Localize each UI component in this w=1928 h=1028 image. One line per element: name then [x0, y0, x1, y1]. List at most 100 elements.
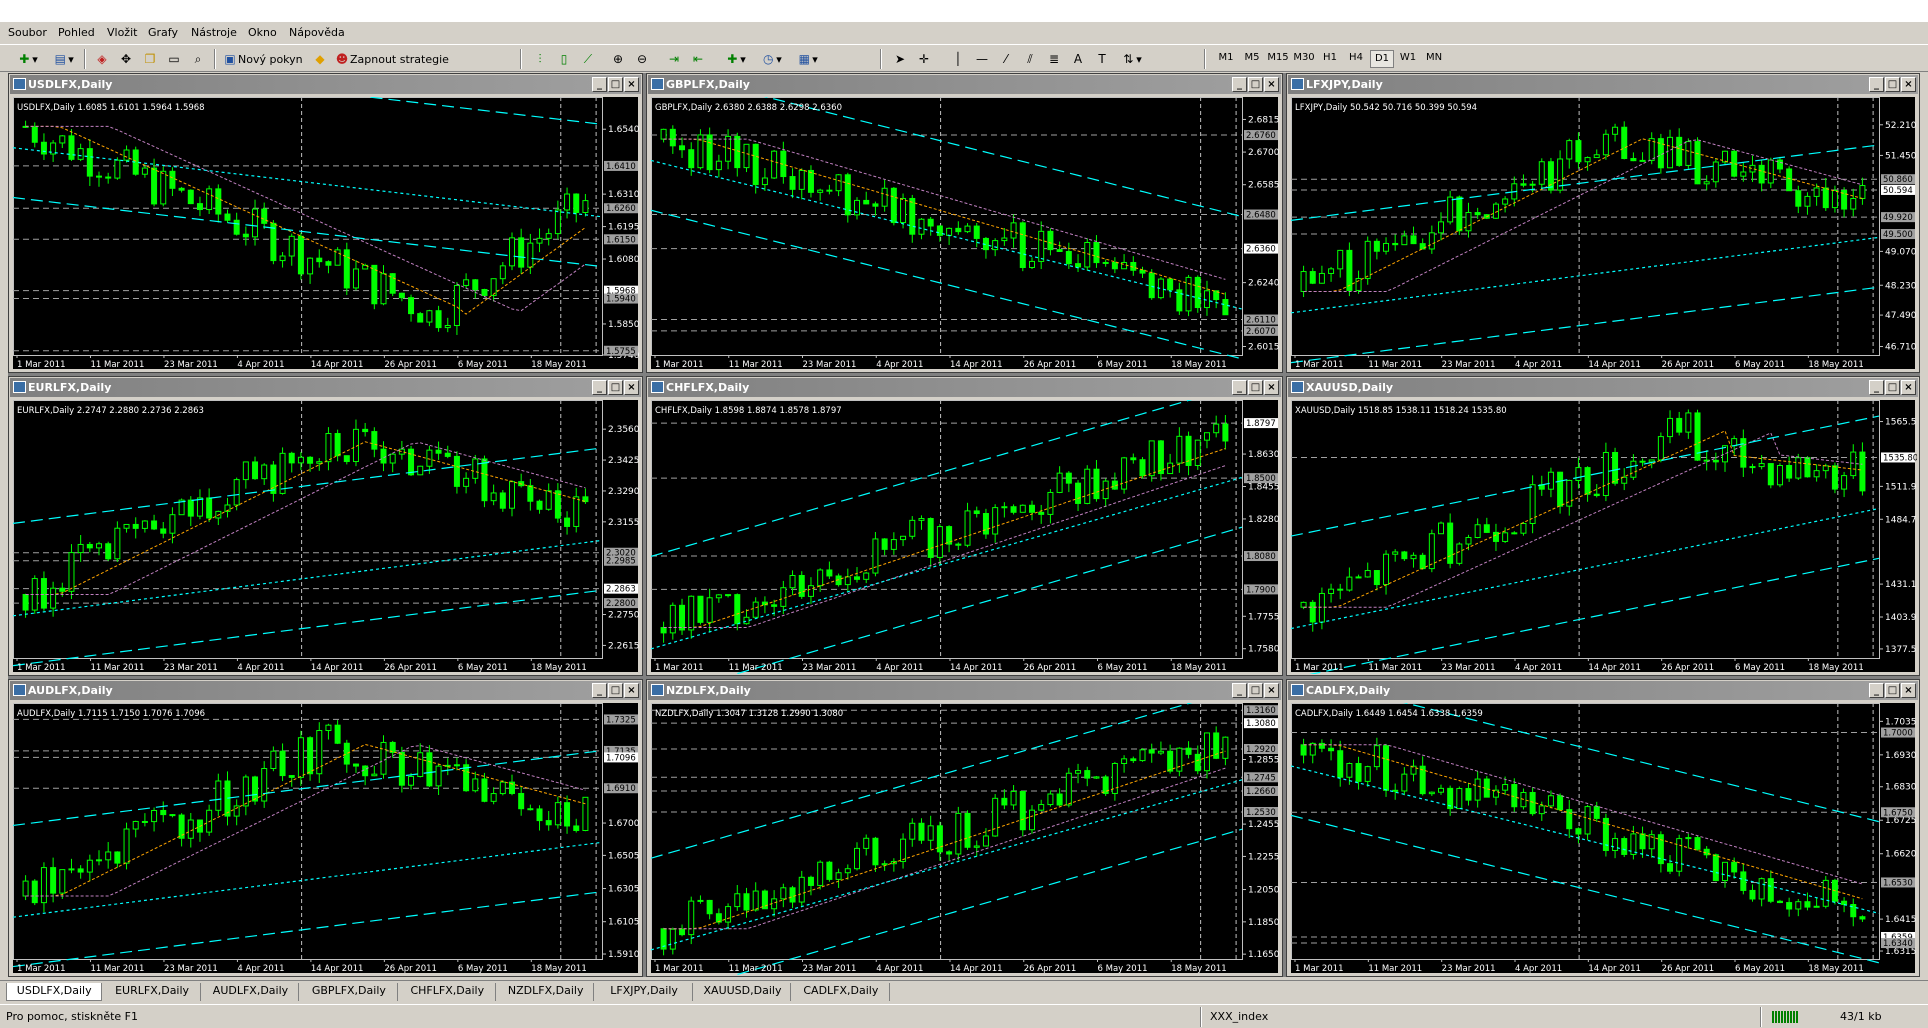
tf-m5[interactable]: M5: [1240, 52, 1264, 63]
chart-window-title[interactable]: EURLFX,Daily _ □ ×: [10, 378, 641, 397]
close-button[interactable]: ×: [1264, 77, 1279, 92]
maximize-button[interactable]: □: [608, 77, 623, 92]
minimize-button[interactable]: _: [592, 683, 607, 698]
minimize-button[interactable]: _: [1232, 683, 1247, 698]
minimize-button[interactable]: _: [1869, 77, 1884, 92]
chart-window-title[interactable]: AUDLFX,Daily _ □ ×: [10, 681, 641, 700]
maximize-button[interactable]: □: [1885, 683, 1900, 698]
chart-window-chflfx[interactable]: CHFLFX,Daily _ □ × 1.8630 1.8455 1.8280 1.7755 1…: [646, 376, 1283, 676]
minimize-button[interactable]: _: [1869, 380, 1884, 395]
maximize-button[interactable]: □: [1885, 380, 1900, 395]
chart-window-nzdlfx[interactable]: NZDLFX,Daily _ □ × 1.2855 1.2455 1.2255 1.2050 1…: [646, 679, 1283, 977]
close-button[interactable]: ×: [1901, 683, 1916, 698]
menu-grafy[interactable]: Grafy: [148, 26, 178, 39]
chart-window-lfxjpy[interactable]: LFXJPY,Daily _ □ × 52.210 51.450 49.070 48.230 4…: [1286, 73, 1920, 373]
chart-plot-area[interactable]: 52.210 51.450 49.070 48.230 47.490 46.710 50.8…: [1291, 97, 1917, 370]
close-button[interactable]: ×: [624, 77, 639, 92]
chart-window-title[interactable]: LFXJPY,Daily _ □ ×: [1288, 75, 1918, 94]
chart-tab-usdlfx[interactable]: USDLFX,Daily: [6, 983, 103, 1001]
cursor-button[interactable]: ➤: [890, 49, 910, 69]
close-button[interactable]: ×: [624, 380, 639, 395]
meta-editor-button[interactable]: ◆: [310, 49, 330, 69]
close-button[interactable]: ×: [1264, 683, 1279, 698]
chart-window-gbplfx[interactable]: GBPLFX,Daily _ □ × 2.6815 2.6700 2.6585 2.6240 2…: [646, 73, 1283, 373]
zoom-in-button[interactable]: ⊕: [608, 49, 628, 69]
tf-m1[interactable]: M1: [1214, 52, 1238, 63]
chart-plot-area[interactable]: 1.2855 1.2455 1.2255 1.2050 1.1850 1.1650 1.31…: [651, 703, 1280, 975]
minimize-button[interactable]: _: [1869, 683, 1884, 698]
templates-button[interactable]: ▦ ▾: [792, 49, 822, 69]
minimize-button[interactable]: _: [592, 380, 607, 395]
tf-m30[interactable]: M30: [1292, 52, 1316, 63]
menu-nastroje[interactable]: Nástroje: [191, 26, 237, 39]
chart-window-title[interactable]: GBPLFX,Daily _ □ ×: [648, 75, 1281, 94]
terminal-button[interactable]: ▭: [164, 49, 184, 69]
maximize-button[interactable]: □: [1248, 77, 1263, 92]
tf-h1[interactable]: H1: [1318, 52, 1342, 63]
chart-tab-audlfx[interactable]: AUDLFX,Daily: [203, 983, 300, 1001]
arrows-button[interactable]: ⇅ ▾: [1116, 49, 1146, 69]
chart-window-title[interactable]: XAUUSD,Daily _ □ ×: [1288, 378, 1918, 397]
menu-vlozit[interactable]: Vložit: [107, 26, 137, 39]
menu-okno[interactable]: Okno: [248, 26, 277, 39]
chart-tab-lfxjpy[interactable]: LFXJPY,Daily: [596, 983, 693, 1001]
chart-window-title[interactable]: CHFLFX,Daily _ □ ×: [648, 378, 1281, 397]
maximize-button[interactable]: □: [608, 683, 623, 698]
chart-plot-area[interactable]: 1.6700 1.6505 1.6305 1.6105 1.5910 1.7325 1.71…: [13, 703, 640, 974]
chart-tab-eurlfx[interactable]: EURLFX,Daily: [104, 983, 201, 1001]
navigator-button[interactable]: ✥: [116, 49, 136, 69]
chart-plot-area[interactable]: 2.3560 2.3425 2.3290 2.3155 2.2750 2.2615 2.30…: [13, 400, 640, 673]
minimize-button[interactable]: _: [1232, 77, 1247, 92]
chart-tab-nzdlfx[interactable]: NZDLFX,Daily: [498, 983, 595, 1001]
minimize-button[interactable]: _: [592, 77, 607, 92]
chart-window-cadlfx[interactable]: CADLFX,Daily _ □ × 1.7035 1.6930 1.6830 1.6725 1…: [1286, 679, 1920, 977]
maximize-button[interactable]: □: [1248, 683, 1263, 698]
new-order-button[interactable]: ▣ Nový pokyn: [222, 49, 304, 69]
text-button[interactable]: A: [1068, 49, 1088, 69]
channel-button[interactable]: ⫽: [1020, 49, 1040, 69]
chart-window-audlfx[interactable]: AUDLFX,Daily _ □ × 1.6700 1.6505 1.6305 1.6105 1…: [8, 679, 643, 977]
chart-window-title[interactable]: NZDLFX,Daily _ □ ×: [648, 681, 1281, 700]
line-chart-button[interactable]: ⟋: [578, 49, 598, 69]
tf-h4[interactable]: H4: [1344, 52, 1368, 63]
trendline-button[interactable]: ⁄: [996, 49, 1016, 69]
strategy-tester-button[interactable]: ⌕: [188, 49, 208, 69]
chart-tab-cadlfx[interactable]: CADLFX,Daily: [793, 983, 890, 1001]
maximize-button[interactable]: □: [1248, 380, 1263, 395]
crosshair-button[interactable]: ✛: [914, 49, 934, 69]
autoscroll-button[interactable]: ⇥: [664, 49, 684, 69]
chart-window-xauusd[interactable]: XAUUSD,Daily _□× 1565.50 1511.90 1484.70 1431…: [1286, 376, 1920, 676]
tf-d1[interactable]: D1: [1370, 50, 1394, 68]
fibonacci-button[interactable]: ≣: [1044, 49, 1064, 69]
close-button[interactable]: ×: [624, 683, 639, 698]
market-watch-button[interactable]: ◈: [92, 49, 112, 69]
menu-napoveda[interactable]: Nápověda: [289, 26, 345, 39]
tf-w1[interactable]: W1: [1396, 52, 1420, 63]
vertical-line-button[interactable]: │: [948, 49, 968, 69]
chart-plot-area[interactable]: 1565.50 1511.90 1484.70 1431.10 1403.90 1377.…: [1291, 400, 1917, 674]
close-button[interactable]: ×: [1901, 77, 1916, 92]
candle-chart-button[interactable]: ▯: [554, 49, 574, 69]
chart-window-title[interactable]: USDLFX,Daily _ □ ×: [10, 75, 641, 94]
chart-plot-area[interactable]: 2.6815 2.6700 2.6585 2.6240 2.6015 2.6760 2.64…: [651, 97, 1280, 370]
chart-window-eurlfx[interactable]: EURLFX,Daily _ □ × 2.3560 2.3425 2.3290 2.3155 2…: [8, 376, 643, 676]
minimize-button[interactable]: _: [1232, 380, 1247, 395]
menu-soubor[interactable]: Soubor: [8, 26, 47, 39]
close-button[interactable]: ×: [1901, 380, 1916, 395]
maximize-button[interactable]: □: [1885, 77, 1900, 92]
chart-tab-chflfx[interactable]: CHFLFX,Daily: [400, 983, 496, 1001]
profiles-button[interactable]: ▤ ▾: [48, 49, 78, 69]
close-button[interactable]: ×: [1264, 380, 1279, 395]
periods-button[interactable]: ◷ ▾: [756, 49, 786, 69]
maximize-button[interactable]: □: [608, 380, 623, 395]
chart-tab-xauusd[interactable]: XAUUSD,Daily: [695, 983, 792, 1001]
chart-plot-area[interactable]: 1.7035 1.6930 1.6830 1.6725 1.6620 1.6415 1.63…: [1291, 703, 1917, 974]
indicators-button[interactable]: ✚ ▾: [720, 49, 750, 69]
bar-chart-button[interactable]: ⫶: [530, 49, 550, 69]
menu-pohled[interactable]: Pohled: [58, 26, 95, 39]
chart-plot-area[interactable]: 1.8630 1.8455 1.8280 1.7755 1.7580 1.8797 1.85…: [651, 400, 1280, 674]
chart-plot-area[interactable]: 1.6540 1.6310 1.6195 1.6080 1.5850 1.5740 1.64…: [13, 97, 640, 370]
chart-shift-button[interactable]: ⇤: [688, 49, 708, 69]
zoom-out-button[interactable]: ⊖: [632, 49, 652, 69]
text-label-button[interactable]: T: [1092, 49, 1112, 69]
